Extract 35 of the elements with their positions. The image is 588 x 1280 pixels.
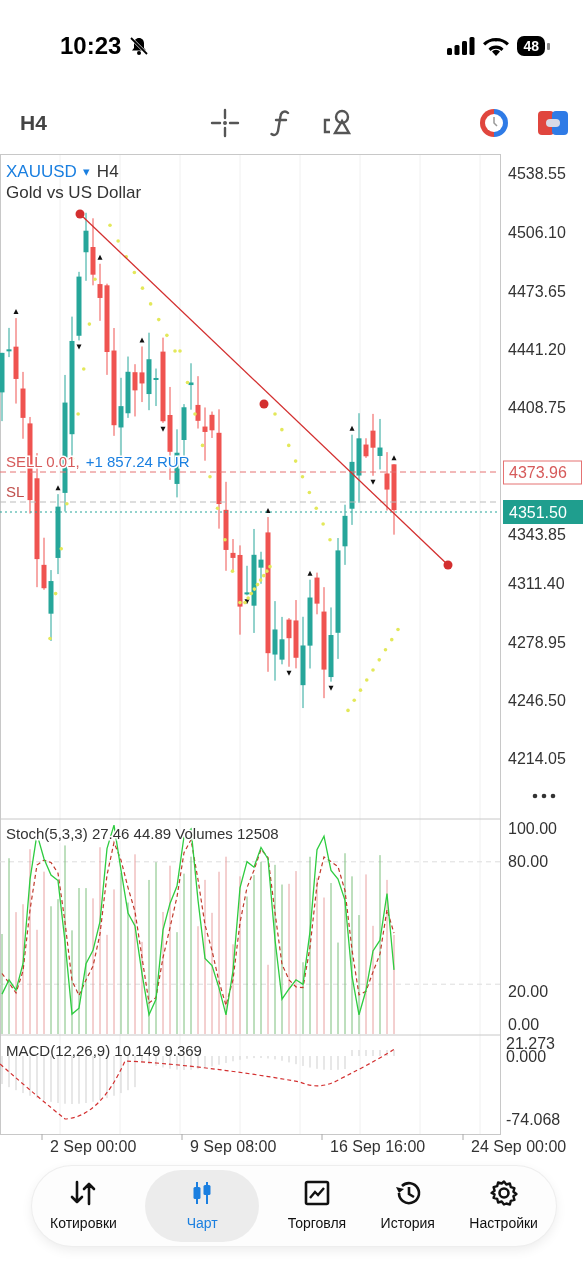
- price-label: 4408.75: [508, 399, 566, 416]
- price-label: 4473.65: [508, 283, 566, 300]
- indicator-axis-label: 20.00: [508, 983, 549, 1000]
- price-label: 4278.95: [508, 634, 566, 651]
- price-label: 4441.20: [508, 341, 566, 358]
- nav-tab[interactable]: Настройки: [463, 1170, 544, 1242]
- nav-tab[interactable]: Чарт: [145, 1170, 260, 1242]
- nav-tab[interactable]: История: [374, 1170, 441, 1242]
- price-label: 4214.05: [508, 750, 566, 767]
- indicator-axis-label: -74.068: [506, 1111, 561, 1128]
- symbol-description: Gold vs US Dollar: [6, 183, 142, 202]
- macd-legend: MACD(12,26,9) 10.149 9.369: [6, 1042, 202, 1059]
- price-label: 4246.50: [508, 692, 566, 709]
- time-label: 2 Sep 00:00: [50, 1138, 137, 1155]
- time-label: 24 Sep 00:00: [471, 1138, 567, 1155]
- indicator-axis-label: 80.00: [508, 853, 549, 870]
- price-label: 4506.10: [508, 224, 566, 241]
- time-label: 16 Sep 16:00: [330, 1138, 426, 1155]
- timeframe-button[interactable]: H4: [20, 107, 210, 139]
- battery-level: 48: [517, 36, 545, 56]
- nav-tab[interactable]: Котировки: [44, 1170, 123, 1242]
- status-time: 10:23: [60, 31, 122, 61]
- time-label: 9 Sep 08:00: [190, 1138, 277, 1155]
- dropdown-arrow[interactable]: ▾: [82, 164, 90, 179]
- order-price-tag: 4373.96: [503, 460, 582, 485]
- indicator-axis-label: 100.00: [508, 820, 557, 837]
- price-label: 4538.55: [508, 165, 566, 182]
- stop-loss-label: SL: [6, 483, 25, 500]
- symbol-label[interactable]: XAUUSD: [6, 162, 77, 181]
- price-label: 4343.85: [508, 526, 566, 543]
- timeframe-label: H4: [96, 162, 119, 181]
- indicator-axis-label: 0.00: [508, 1016, 540, 1033]
- current-price-tag: 4351.50: [503, 500, 583, 524]
- price-label: 4311.40: [508, 575, 565, 592]
- nav-tab[interactable]: Торговля: [281, 1170, 353, 1242]
